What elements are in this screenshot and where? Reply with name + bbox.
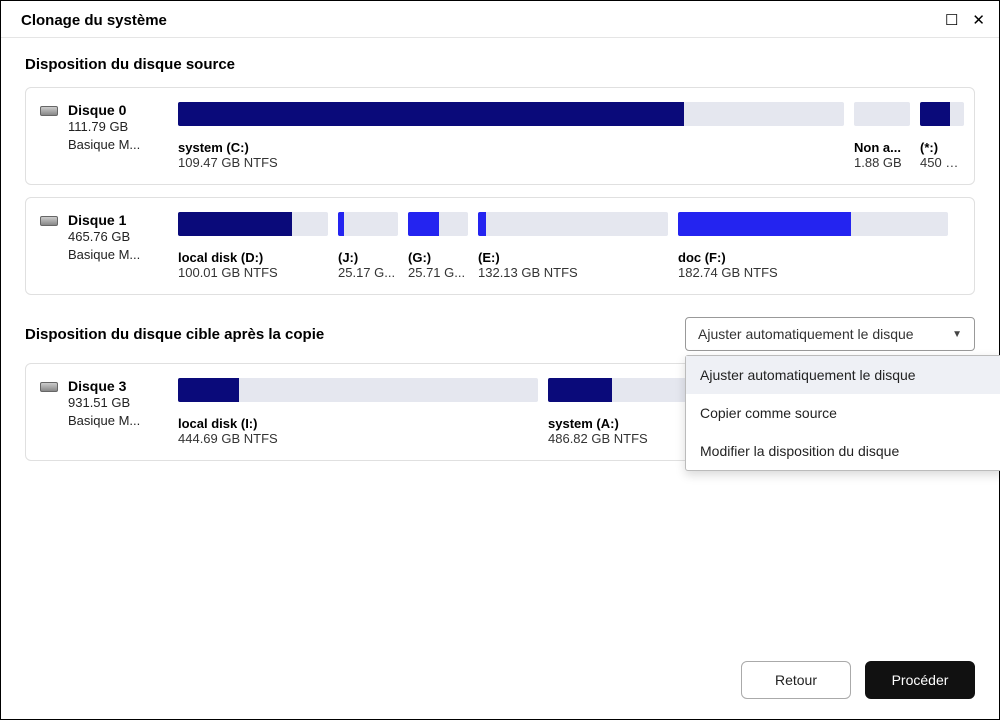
partitions: system (C:) 109.47 GB NTFS Non a... 1.88… <box>178 102 964 170</box>
partition-label: (E:) <box>478 250 668 265</box>
partition-label: (*:) <box>920 140 964 155</box>
layout-dropdown-button[interactable]: Ajuster automatiquement le disque ▼ <box>685 317 975 351</box>
content: Disposition du disque source Disque 0 11… <box>1 38 999 461</box>
partition-label: (G:) <box>408 250 468 265</box>
partition-label: local disk (D:) <box>178 250 328 265</box>
target-heading: Disposition du disque cible après la cop… <box>25 326 324 343</box>
proceed-button[interactable]: Procéder <box>865 661 975 699</box>
disk-info: Disque 3 931.51 GB Basique M... <box>40 378 160 446</box>
partition-sub: 109.47 GB NTFS <box>178 155 844 170</box>
maximize-icon[interactable]: ☐ <box>945 11 958 29</box>
target-header: Disposition du disque cible après la cop… <box>25 317 975 351</box>
disk-icon <box>40 106 58 116</box>
partition-sub: 25.17 G... <box>338 265 398 280</box>
partition[interactable]: local disk (I:) 444.69 GB NTFS <box>178 378 538 446</box>
partition-sub: 100.01 GB NTFS <box>178 265 328 280</box>
dropdown-option-modify[interactable]: Modifier la disposition du disque <box>686 432 1000 470</box>
close-icon[interactable]: ✕ <box>972 11 985 29</box>
disk-type: Basique M... <box>68 136 140 154</box>
titlebar: Clonage du système ☐ ✕ <box>1 1 999 38</box>
disk-info: Disque 1 465.76 GB Basique M... <box>40 212 160 280</box>
footer: Retour Procéder <box>741 661 975 699</box>
partition[interactable]: local disk (D:) 100.01 GB NTFS <box>178 212 328 280</box>
dropdown-option-auto[interactable]: Ajuster automatiquement le disque <box>686 356 1000 394</box>
partition-label: Non a... <box>854 140 910 155</box>
partition-label: system (C:) <box>178 140 844 155</box>
source-heading: Disposition du disque source <box>25 56 975 73</box>
disk-size: 931.51 GB <box>68 394 140 412</box>
chevron-down-icon: ▼ <box>952 329 962 340</box>
disk-type: Basique M... <box>68 246 140 264</box>
partition[interactable]: (G:) 25.71 G... <box>408 212 468 280</box>
partition-sub: 1.88 GB <box>854 155 910 170</box>
dropdown-option-copy[interactable]: Copier comme source <box>686 394 1000 432</box>
partition-label: doc (F:) <box>678 250 948 265</box>
partition-label: local disk (I:) <box>178 416 538 431</box>
partitions: local disk (D:) 100.01 GB NTFS (J:) 25.1… <box>178 212 958 280</box>
dropdown-selected: Ajuster automatiquement le disque <box>698 326 914 342</box>
partition-sub: 132.13 GB NTFS <box>478 265 668 280</box>
disk-icon <box>40 216 58 226</box>
disk-size: 465.76 GB <box>68 228 140 246</box>
partition-label: (J:) <box>338 250 398 265</box>
layout-dropdown: Ajuster automatiquement le disque ▼ Ajus… <box>685 317 975 351</box>
partition-sub: 25.71 G... <box>408 265 468 280</box>
partition-sub: 182.74 GB NTFS <box>678 265 948 280</box>
source-disk-1[interactable]: Disque 1 465.76 GB Basique M... local di… <box>25 197 975 295</box>
disk-info: Disque 0 111.79 GB Basique M... <box>40 102 160 170</box>
partition[interactable]: (*:) 450 M... <box>920 102 964 170</box>
back-button[interactable]: Retour <box>741 661 851 699</box>
partition-sub: 444.69 GB NTFS <box>178 431 538 446</box>
partition[interactable]: system (C:) 109.47 GB NTFS <box>178 102 844 170</box>
disk-type: Basique M... <box>68 412 140 430</box>
layout-dropdown-menu: Ajuster automatiquement le disque Copier… <box>685 355 1000 471</box>
window-controls: ☐ ✕ <box>945 11 985 29</box>
partition[interactable]: (E:) 132.13 GB NTFS <box>478 212 668 280</box>
disk-size: 111.79 GB <box>68 118 140 136</box>
disk-name: Disque 0 <box>68 102 140 118</box>
window-title: Clonage du système <box>21 12 167 29</box>
disk-name: Disque 3 <box>68 378 140 394</box>
source-disk-0[interactable]: Disque 0 111.79 GB Basique M... system (… <box>25 87 975 185</box>
disk-icon <box>40 382 58 392</box>
disk-name: Disque 1 <box>68 212 140 228</box>
partition-sub: 450 M... <box>920 155 964 170</box>
partition[interactable]: (J:) 25.17 G... <box>338 212 398 280</box>
partition[interactable]: doc (F:) 182.74 GB NTFS <box>678 212 948 280</box>
partition[interactable]: Non a... 1.88 GB <box>854 102 910 170</box>
